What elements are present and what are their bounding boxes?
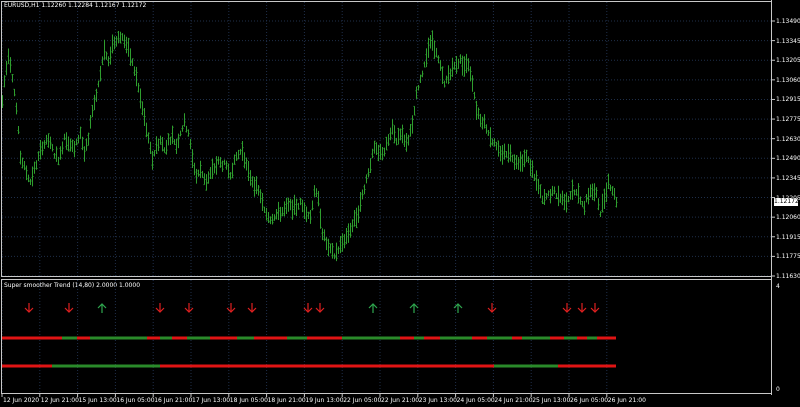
indicator-label: 4: [776, 283, 780, 290]
trend-line-1-segment: [512, 336, 522, 340]
trend-line-1-segment: [522, 336, 550, 340]
time-label: 24 Jun 05:00: [456, 397, 495, 404]
price-chart[interactable]: [0, 0, 800, 407]
trend-line-1-segment: [597, 336, 616, 340]
trend-line-1-segment: [172, 336, 187, 340]
time-label: 17 Jun 13:00: [192, 397, 231, 404]
time-label: 22 Jun 21:00: [381, 397, 420, 404]
trend-line-2-segment: [2, 364, 52, 368]
down-arrow-signal: [226, 303, 236, 313]
trend-line-1-segment: [414, 336, 424, 340]
trend-line-1-segment: [2, 336, 62, 340]
trend-line-1-segment: [564, 336, 577, 340]
trend-line-2-segment: [558, 364, 616, 368]
time-label: 23 Jun 13:00: [418, 397, 457, 404]
down-arrow-signal: [247, 303, 257, 313]
trend-line-1-segment: [77, 336, 90, 340]
time-label: 12 Jun 2020: [3, 397, 40, 404]
time-label: 26 Jun 05:00: [570, 397, 609, 404]
time-label: 25 Jun 13:00: [532, 397, 571, 404]
trend-line-1-segment: [210, 336, 237, 340]
time-label: 16 Jun 05:00: [116, 397, 155, 404]
down-arrow-signal: [590, 303, 600, 313]
trend-line-1-segment: [550, 336, 564, 340]
down-arrow-signal: [24, 303, 34, 313]
candle-series: [1, 30, 618, 262]
trend-line-1-segment: [62, 336, 77, 340]
up-arrow-signal: [453, 303, 463, 313]
trend-line-2-segment: [494, 364, 558, 368]
trend-line-2-segment: [160, 364, 494, 368]
trend-line-1-segment: [254, 336, 287, 340]
trend-line-1-segment: [307, 336, 342, 340]
trend-line-2-segment: [52, 364, 160, 368]
trend-line-1-segment: [160, 336, 172, 340]
price-label: 1.13490: [776, 18, 800, 25]
down-arrow-signal: [562, 303, 572, 313]
indicator-label: 0: [776, 386, 780, 393]
time-label: 18 Jun 21:00: [267, 397, 306, 404]
time-label: 15 Jun 13:00: [78, 397, 117, 404]
price-label: 1.13060: [776, 76, 800, 84]
trend-line-1-segment: [472, 336, 487, 340]
up-arrow-signal: [368, 303, 378, 313]
down-arrow-signal: [315, 303, 325, 313]
price-label: 1.12630: [776, 135, 800, 143]
down-arrow-signal: [577, 303, 587, 313]
time-label: 12 Jun 21:00: [40, 397, 79, 404]
price-label: 1.12345: [776, 174, 800, 182]
price-label: 1.11915: [776, 233, 800, 241]
trend-line-1-segment: [90, 336, 147, 340]
down-arrow-signal: [184, 303, 194, 313]
time-label: 19 Jun 13:00: [305, 397, 344, 404]
current-price-tag: 1.12172: [774, 197, 799, 206]
current-price-value: 1.12172: [774, 197, 799, 205]
down-arrow-signal: [64, 303, 74, 313]
trend-line-1-segment: [237, 336, 254, 340]
price-label: 1.11630: [776, 273, 800, 280]
down-arrow-signal: [303, 303, 313, 313]
indicator-panel: [2, 303, 616, 368]
up-arrow-signal: [409, 303, 419, 313]
price-label: 1.13345: [776, 37, 800, 45]
price-label: 1.12060: [776, 214, 800, 222]
time-label: 22 Jun 05:00: [343, 397, 382, 404]
price-label: 1.12915: [776, 96, 800, 104]
trend-line-1-segment: [287, 336, 307, 340]
down-arrow-signal: [487, 303, 497, 313]
time-label: 18 Jun 05:00: [229, 397, 268, 404]
trend-line-1-segment: [577, 336, 587, 340]
chart-grid: [1, 2, 771, 393]
trend-line-1-segment: [342, 336, 400, 340]
time-label: 26 Jun 21:00: [607, 397, 646, 404]
price-label: 1.12490: [776, 155, 800, 163]
price-label: 1.11775: [776, 253, 800, 261]
trend-line-1-segment: [440, 336, 472, 340]
trend-line-1-segment: [147, 336, 160, 340]
down-arrow-signal: [155, 303, 165, 313]
trend-line-1-segment: [400, 336, 414, 340]
price-label: 1.12775: [776, 116, 800, 124]
time-label: 16 Jun 21:00: [154, 397, 193, 404]
trend-line-1-segment: [587, 336, 597, 340]
trend-line-1-segment: [424, 336, 440, 340]
time-label: 24 Jun 21:00: [494, 397, 533, 404]
trend-line-1-segment: [187, 336, 210, 340]
trend-line-1-segment: [487, 336, 512, 340]
price-label: 1.13205: [776, 57, 800, 65]
up-arrow-signal: [97, 303, 107, 313]
